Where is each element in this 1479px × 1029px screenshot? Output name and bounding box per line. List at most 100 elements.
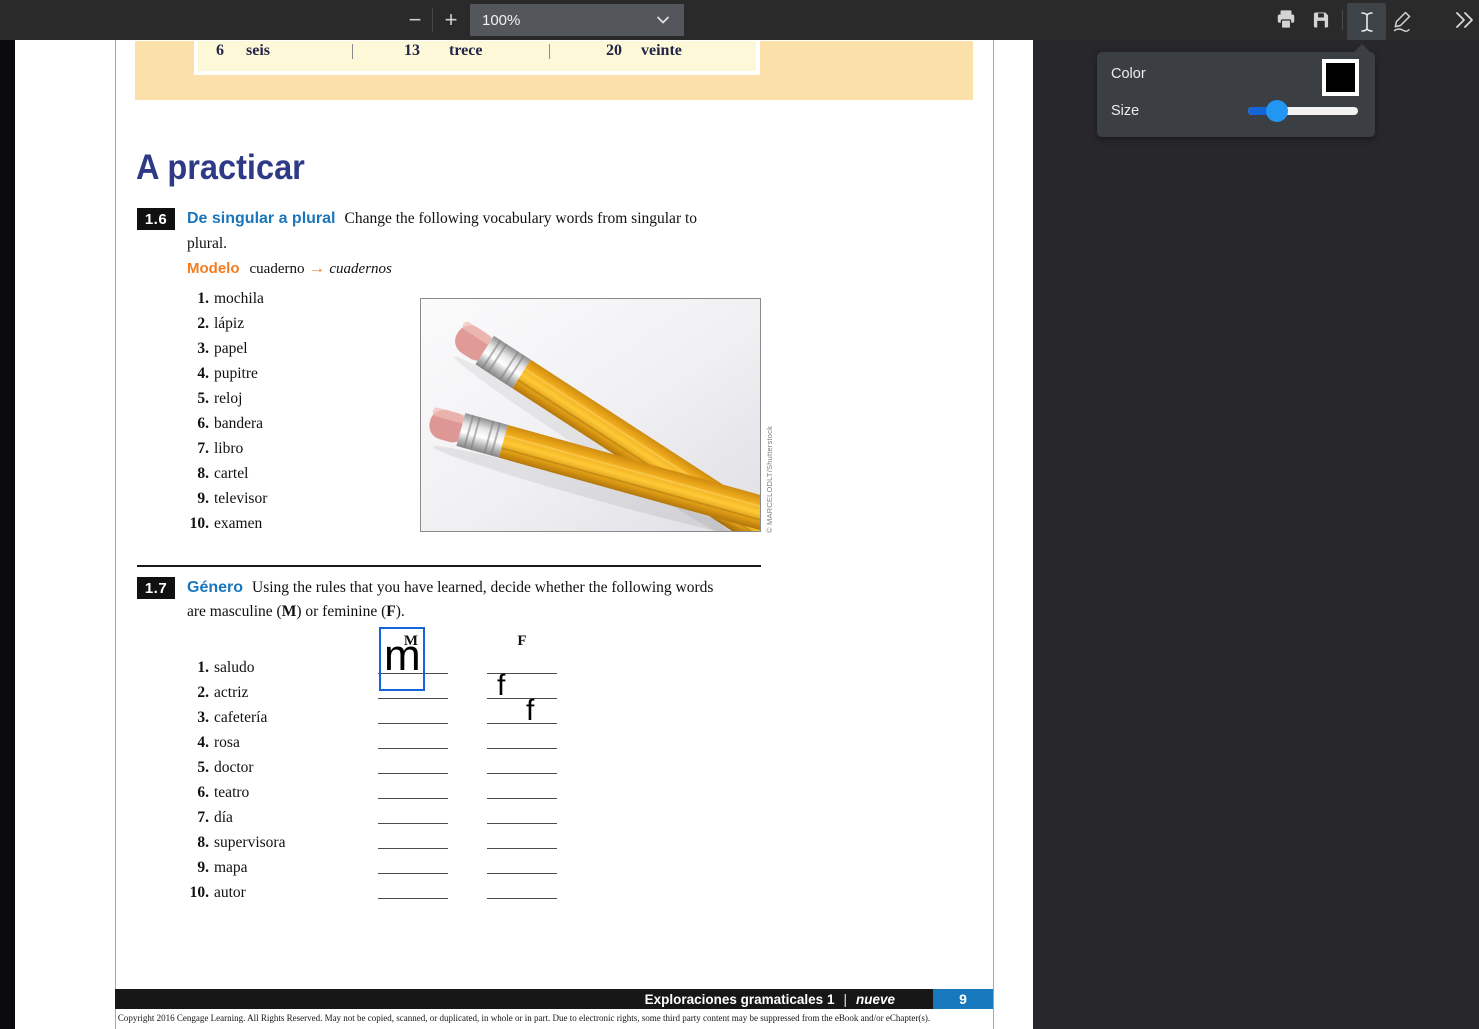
list-item-number: 1. xyxy=(172,286,209,311)
list-item-number: 3. xyxy=(172,705,209,730)
list-item: 7. día xyxy=(172,805,402,830)
feminine-abbrev: F xyxy=(386,603,395,620)
annotation-text-f-row3[interactable]: f xyxy=(526,696,534,726)
right-panel-background xyxy=(1033,40,1479,1029)
instruction-text: ). xyxy=(396,603,405,620)
numbers-table: 6 seis 13 trece 20 veinte xyxy=(194,41,760,75)
pen-tool-button[interactable] xyxy=(1390,8,1416,34)
toolbar-divider xyxy=(432,8,433,32)
list-item-number: 10. xyxy=(172,880,209,905)
ebook-reader-window: − + 100% xyxy=(0,0,1479,1029)
more-tools-button[interactable] xyxy=(1450,8,1478,32)
page-number-badge: 9 xyxy=(933,989,993,1009)
table-cell: 20 xyxy=(594,42,622,60)
page-left-border xyxy=(115,40,116,1029)
list-item-number: 1. xyxy=(172,655,209,680)
text-tool-button[interactable] xyxy=(1347,3,1386,40)
photo-credit: © MARCELODLT/Shutterstock xyxy=(765,417,774,533)
page-right-border xyxy=(993,40,994,1029)
list-item: 8. supervisora xyxy=(172,830,402,855)
exercise-17-word-list: 1.saludo 2.actriz 3.cafetería 4.rosa 5.d… xyxy=(172,655,402,905)
instruction-text: ) or feminine ( xyxy=(296,603,386,620)
table-column-divider xyxy=(352,44,353,59)
toolbar-divider xyxy=(1342,10,1343,30)
size-slider[interactable] xyxy=(1248,100,1358,122)
exercise-title: De singular a plural xyxy=(187,210,335,227)
color-label: Color xyxy=(1111,66,1146,82)
annotation-text-f-row2[interactable]: f xyxy=(497,671,505,701)
footer-book-title: Exploraciones gramaticales 1 xyxy=(645,992,835,1007)
exercise-number-badge: 1.7 xyxy=(137,577,175,599)
table-cell: 13 xyxy=(392,42,420,60)
list-item: 7.libro xyxy=(172,436,402,461)
exercise-number-badge: 1.6 xyxy=(137,208,175,230)
list-item-number: 7. xyxy=(172,805,209,830)
instruction-text: are masculine ( xyxy=(187,603,282,620)
list-item: 2.actriz xyxy=(172,680,402,705)
modelo-line: Modelocuaderno → cuadernos xyxy=(187,258,392,280)
panel-pointer-arrow xyxy=(1353,44,1371,53)
list-item-word: televisor xyxy=(214,490,267,507)
exercise-16-header: De singular a plural Change the following… xyxy=(187,207,697,230)
list-item-number: 2. xyxy=(172,680,209,705)
section-divider xyxy=(137,565,761,567)
copyright-notice: Copyright 2016 Cengage Learning. All Rig… xyxy=(115,1013,933,1023)
list-item-number: 9. xyxy=(172,855,209,880)
left-edge-strip xyxy=(0,40,15,1029)
save-icon xyxy=(1311,10,1331,30)
list-item-number: 8. xyxy=(172,461,209,486)
list-item-number: 4. xyxy=(172,730,209,755)
modelo-to-word: cuadernos xyxy=(329,261,392,277)
list-item-number: 3. xyxy=(172,336,209,361)
list-item: 4. pupitre xyxy=(172,361,402,386)
table-cell: veinte xyxy=(641,42,682,60)
pencils-photo xyxy=(420,298,761,532)
list-item-number: 8. xyxy=(172,830,209,855)
zoom-level-dropdown[interactable]: 100% xyxy=(470,4,684,36)
list-item-word: reloj xyxy=(214,390,242,407)
list-item-number: 9. xyxy=(172,486,209,511)
table-column-divider xyxy=(549,44,550,59)
list-item-word: mochila xyxy=(214,290,264,307)
list-item: 3.papel xyxy=(172,336,402,361)
list-item-word: autor xyxy=(214,884,246,901)
list-item-number: 4. xyxy=(172,361,209,386)
double-chevron-right-icon xyxy=(1454,11,1474,29)
list-item: 4. rosa xyxy=(172,730,402,755)
list-item-word: rosa xyxy=(214,734,240,751)
table-cell: trece xyxy=(449,42,482,60)
exercise-instructions-line2: plural. xyxy=(187,232,227,255)
exercise-17-header: GéneroUsing the rules that you have lear… xyxy=(187,576,713,599)
list-item: 6.teatro xyxy=(172,780,402,805)
list-item-word: examen xyxy=(214,515,262,532)
list-item: 10.examen xyxy=(172,511,402,536)
size-slider-thumb[interactable] xyxy=(1266,100,1288,122)
zoom-in-button[interactable]: + xyxy=(438,7,464,33)
zoom-out-button[interactable]: − xyxy=(402,7,428,33)
annotation-text-m[interactable]: m xyxy=(384,634,421,678)
list-item: 10. autor xyxy=(172,880,402,905)
footer-separator: | xyxy=(843,992,847,1007)
footer-bar: Exploraciones gramaticales 1 | nueve xyxy=(115,989,933,1009)
color-swatch[interactable] xyxy=(1322,59,1359,96)
text-cursor-icon xyxy=(1357,10,1377,34)
list-item-number: 6. xyxy=(172,780,209,805)
list-item-number: 2. xyxy=(172,311,209,336)
list-item: 3.cafetería xyxy=(172,705,402,730)
pen-icon xyxy=(1391,9,1415,33)
print-button[interactable] xyxy=(1272,8,1300,32)
list-item-word: mapa xyxy=(214,859,248,876)
list-item-word: supervisora xyxy=(214,834,285,851)
modelo-label: Modelo xyxy=(187,260,240,277)
list-item: 9. mapa xyxy=(172,855,402,880)
exercise-instructions: Change the following vocabulary words fr… xyxy=(344,210,697,227)
save-button[interactable] xyxy=(1307,8,1335,32)
printer-icon xyxy=(1275,9,1297,31)
list-item-word: día xyxy=(214,809,233,826)
list-item: 5.reloj xyxy=(172,386,402,411)
list-item: 8.cartel xyxy=(172,461,402,486)
list-item-word: pupitre xyxy=(214,365,258,382)
list-item: 1. mochila xyxy=(172,286,402,311)
masculine-abbrev: M xyxy=(282,603,297,620)
list-item-word: bandera xyxy=(214,415,263,432)
